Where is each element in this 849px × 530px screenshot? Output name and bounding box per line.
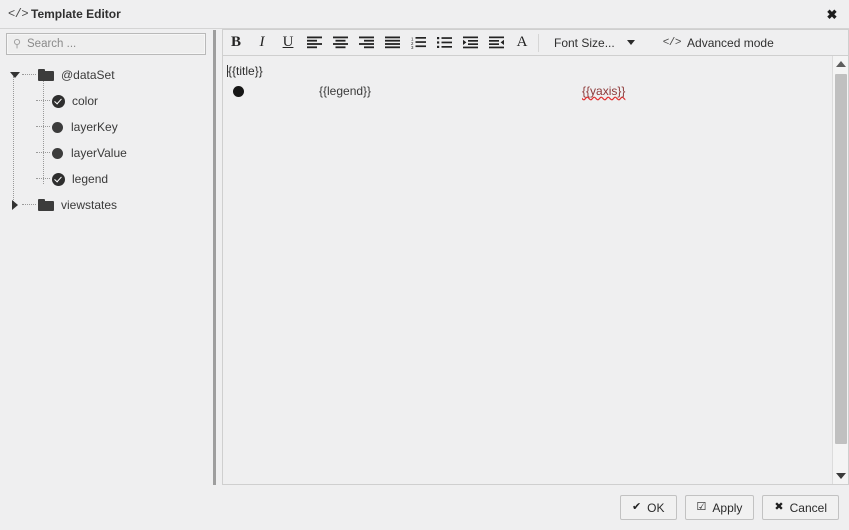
tree-item-legend[interactable]: legend [0,166,212,192]
legend-placeholder-text: {{legend}} [319,81,371,101]
tree-item-layerkey[interactable]: layerKey [0,114,212,140]
align-center-button[interactable] [327,30,353,55]
tree-connector [36,178,50,180]
left-panel: ⚲ @dataSet color layerKey layerV [0,29,212,485]
toolbar-divider [538,34,539,52]
tree-item-label: @dataSet [61,68,115,82]
tree-connector [36,126,50,128]
font-size-dropdown[interactable]: Font Size... [546,30,641,55]
chevron-down-icon [627,40,635,45]
font-size-label: Font Size... [554,36,615,50]
cancel-button-label: Cancel [790,501,827,515]
close-icon[interactable]: ✖ [821,4,843,25]
tree-connector [22,74,36,76]
dot-icon [52,148,63,159]
code-tags-icon: </> [663,37,681,49]
unordered-list-icon [437,36,452,49]
italic-button[interactable]: I [249,30,275,55]
window-title: Template Editor [31,7,121,21]
rich-text-editor[interactable]: {{title}} {{legend}} {{yaxis}} [223,56,831,484]
tree-item-dataset[interactable]: @dataSet [0,62,212,88]
tree-item-color[interactable]: color [0,88,212,114]
yaxis-placeholder-text: {{yaxis}} [582,81,625,101]
scrollbar-thumb[interactable] [835,74,847,444]
ordered-list-button[interactable]: 1 2 3 [405,30,431,55]
check-icon: ✔ [632,502,641,513]
folder-icon [38,69,54,81]
tree-item-layervalue[interactable]: layerValue [0,140,212,166]
align-right-button[interactable] [353,30,379,55]
ordered-list-icon: 1 2 3 [411,36,426,49]
align-right-icon [359,36,374,49]
search-box[interactable]: ⚲ [6,33,206,55]
ok-button[interactable]: ✔ OK [620,495,677,520]
tree-item-label: viewstates [61,198,117,212]
advanced-mode-button[interactable]: </> Advanced mode [655,30,782,55]
chevron-right-icon[interactable] [8,200,22,210]
dot-icon [52,122,63,133]
cancel-button[interactable]: ✖ Cancel [762,495,839,520]
tree-item-label: layerValue [71,146,127,160]
close-icon: ✖ [774,502,783,513]
font-color-button[interactable]: A [509,30,535,55]
indent-decrease-button[interactable] [483,30,509,55]
template-tree: @dataSet color layerKey layerValue legen… [0,62,212,218]
indent-increase-icon [463,36,478,49]
editor-panel: B I U [222,29,849,485]
title-placeholder-text: {{title}} [228,64,263,78]
advanced-mode-label: Advanced mode [687,36,774,50]
apply-button-label: Apply [712,501,742,515]
tree-connector [36,100,50,102]
panel-splitter[interactable] [213,30,216,485]
tree-connector [22,204,36,206]
align-justify-button[interactable] [379,30,405,55]
unordered-list-button[interactable] [431,30,457,55]
align-center-icon [333,36,348,49]
align-justify-icon [385,36,400,49]
scroll-down-icon[interactable] [833,468,849,484]
apply-button[interactable]: ☑ Apply [685,495,755,520]
tree-item-label: color [72,94,98,108]
svg-text:3: 3 [411,45,414,49]
indent-decrease-icon [489,36,504,49]
underline-button[interactable]: U [275,30,301,55]
folder-icon [38,199,54,211]
check-circle-icon [52,173,65,186]
editor-vertical-scrollbar[interactable] [832,56,848,484]
ok-button-label: OK [647,501,664,515]
window-titlebar: </> Template Editor ✖ [0,0,849,29]
indent-increase-button[interactable] [457,30,483,55]
checkbox-checked-icon: ☑ [697,502,707,513]
chevron-down-icon[interactable] [8,72,22,78]
tree-item-label: legend [72,172,108,186]
editor-line-legend[interactable]: {{legend}} {{yaxis}} [225,81,831,101]
check-circle-icon [52,95,65,108]
code-tags-icon: </> [8,7,26,21]
dialog-footer: ✔ OK ☑ Apply ✖ Cancel [0,485,849,530]
align-left-button[interactable] [301,30,327,55]
tree-item-viewstates[interactable]: viewstates [0,192,212,218]
bold-button[interactable]: B [223,30,249,55]
editor-line-title[interactable]: {{title}} [225,64,831,79]
tree-item-label: layerKey [71,120,118,134]
search-input[interactable] [27,38,197,50]
editor-area: {{title}} {{legend}} {{yaxis}} [222,56,849,485]
bullet-icon [233,86,244,97]
scroll-up-icon[interactable] [833,56,849,72]
formatting-toolbar: B I U [222,29,849,56]
align-left-icon [307,36,322,49]
search-icon: ⚲ [7,39,27,50]
tree-connector [36,152,50,154]
